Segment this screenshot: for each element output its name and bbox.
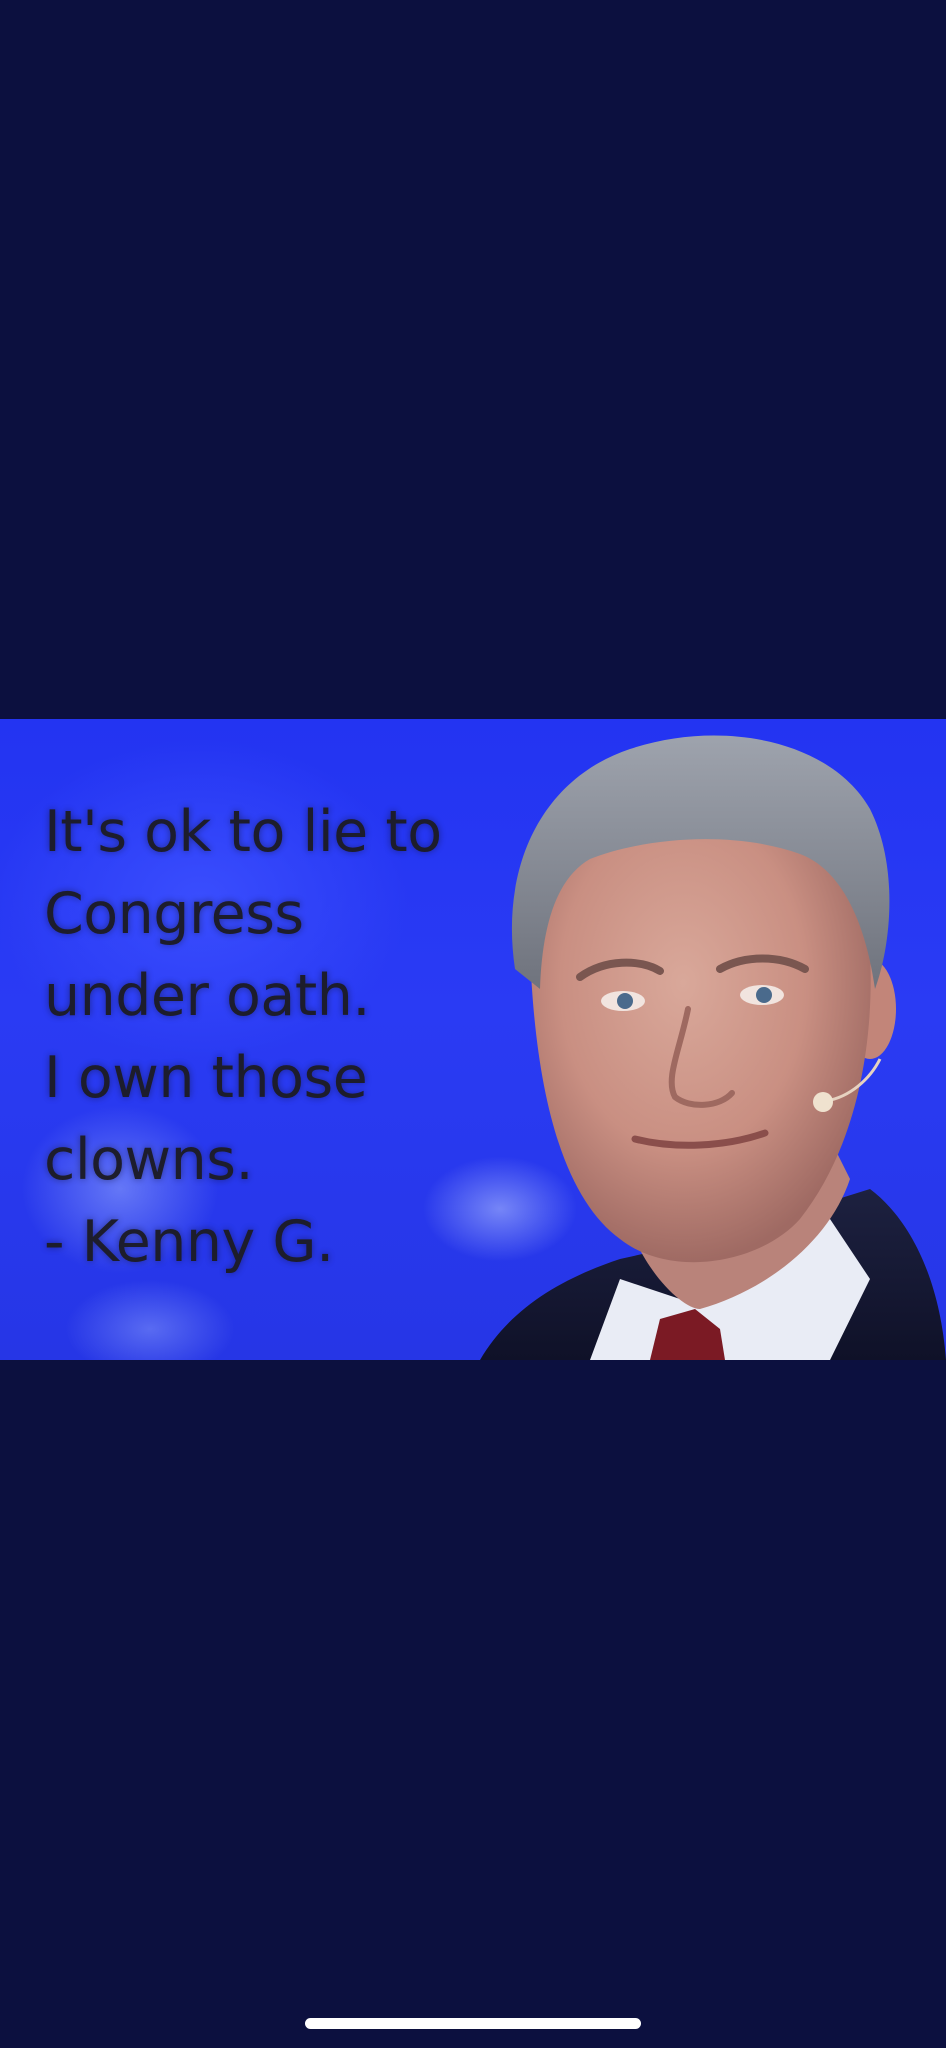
meme-image[interactable]: It's ok to lie to Congress under oath. I… <box>0 719 946 1360</box>
quote-line: under oath. <box>44 963 370 1029</box>
quote-line: I own those <box>44 1045 368 1111</box>
quote-attribution: - Kenny G. <box>44 1209 334 1275</box>
image-viewer: It's ok to lie to Congress under oath. I… <box>0 0 946 2048</box>
home-indicator[interactable] <box>305 2018 641 2029</box>
headset-mic <box>813 1092 833 1112</box>
portrait-photo <box>480 735 946 1360</box>
quote-line: clowns. <box>44 1127 254 1193</box>
quote-text: It's ok to lie to Congress under oath. I… <box>44 791 504 1283</box>
quote-line: It's ok to lie to <box>44 799 442 865</box>
quote-line: Congress <box>44 881 304 947</box>
